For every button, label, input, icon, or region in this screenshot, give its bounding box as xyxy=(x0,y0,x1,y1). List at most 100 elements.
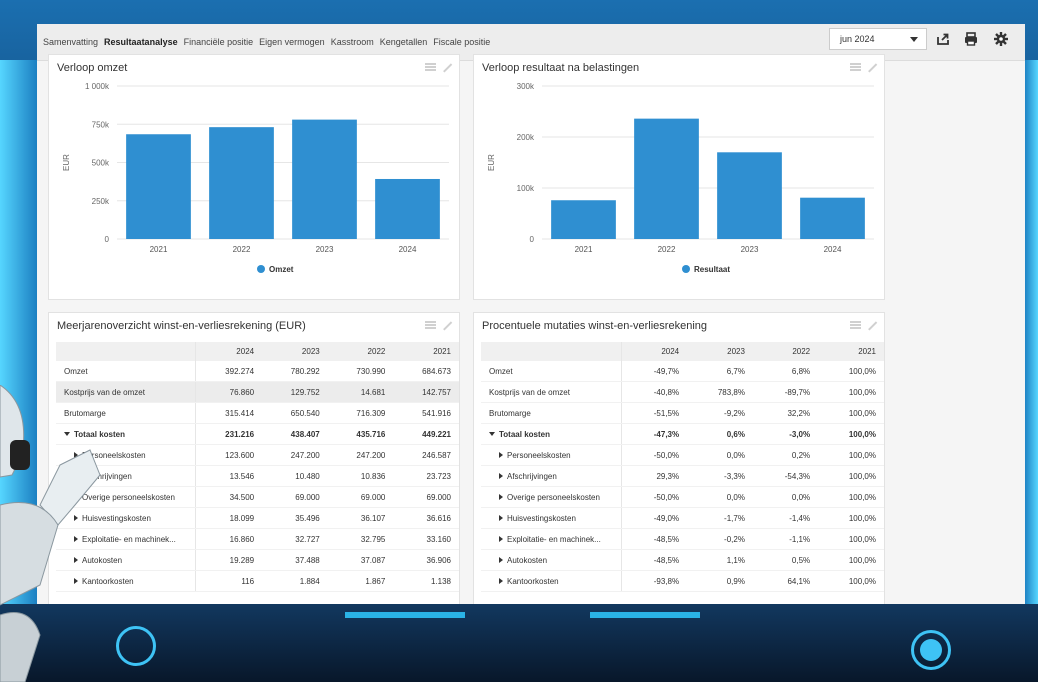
bar xyxy=(292,119,357,239)
table-row[interactable]: Brutomarge -51,5% -9,2% 32,2% 100,0% xyxy=(481,402,884,424)
table-row[interactable]: Huisvestingskosten -49,0% -1,7% -1,4% 100,0% xyxy=(481,507,884,529)
period-select[interactable]: jun 2024 xyxy=(829,28,927,50)
table-cell: 247.200 xyxy=(327,444,394,466)
table-row[interactable]: Kostprijs van de omzet 76.860 129.752 14.68… xyxy=(56,381,459,403)
row-label: Brutomarge xyxy=(481,402,622,424)
table-cell: -9,2% xyxy=(687,402,753,424)
table-row[interactable]: Kantoorkosten -93,8% 0,9% 64,1% 100,0% xyxy=(481,570,884,592)
table-row[interactable]: Overige personeelskosten -50,0% 0,0% 0,0% 10… xyxy=(481,486,884,508)
table-row[interactable]: Personeelskosten 123.600 247.200 247.200 246… xyxy=(56,444,459,466)
row-label: Omzet xyxy=(481,361,622,382)
chart-panel-omzet: Verloop omzet 0 250k 500k 750k 1 000k EUR 2021… xyxy=(48,54,460,300)
table-row[interactable]: Exploitatie- en machinek... 16.860 32.727 3… xyxy=(56,528,459,550)
table-row[interactable]: Personeelskosten -50,0% 0,0% 0,2% 100,0% xyxy=(481,444,884,466)
table-row[interactable]: Autokosten -48,5% 1,1% 0,5% 100,0% xyxy=(481,549,884,571)
table-cell: -49,7% xyxy=(621,361,688,382)
table-cell: 650.540 xyxy=(262,402,328,424)
table-row[interactable]: Exploitatie- en machinek... -48,5% -0,2% -1… xyxy=(481,528,884,550)
table-cell: 0,6% xyxy=(687,423,753,445)
period-value: jun 2024 xyxy=(840,34,875,44)
row-label: Overige personeelskosten xyxy=(481,486,622,508)
frame-circle-button[interactable] xyxy=(116,626,156,666)
table-cell: 123.600 xyxy=(195,444,263,466)
table-cell: 36.107 xyxy=(327,507,394,529)
expand-icon[interactable] xyxy=(866,321,876,331)
expand-row-icon[interactable] xyxy=(499,473,503,480)
table-row[interactable]: Omzet -49,7% 6,7% 6,8% 100,0% xyxy=(481,361,884,382)
print-icon[interactable] xyxy=(963,31,979,47)
table-panel-percentage: Procentuele mutaties winst-en-verliesrek… xyxy=(473,312,885,604)
expand-row-icon[interactable] xyxy=(499,452,503,459)
expand-icon[interactable] xyxy=(441,321,451,331)
expand-row-icon[interactable] xyxy=(499,578,503,585)
table-row[interactable]: Totaal kosten -47,3% 0,6% -3,0% 100,0% xyxy=(481,423,884,445)
table-cell: 116 xyxy=(195,570,263,592)
row-label: Afschrijvingen xyxy=(481,465,622,487)
table-cell: -48,5% xyxy=(621,528,688,550)
table-cell: 142.757 xyxy=(393,381,459,403)
menu-icon[interactable] xyxy=(425,321,436,329)
table-cell: 100,0% xyxy=(818,423,884,445)
table-cell: -93,8% xyxy=(621,570,688,592)
table-cell: -48,5% xyxy=(621,549,688,571)
table-row[interactable]: Kantoorkosten 116 1.884 1.867 1.138 xyxy=(56,570,459,592)
table-row[interactable]: Brutomarge 315.414 650.540 716.309 541.916 xyxy=(56,402,459,424)
gear-icon[interactable] xyxy=(993,31,1009,47)
table-cell: -89,7% xyxy=(752,381,819,403)
export-icon[interactable] xyxy=(935,31,951,47)
table-cell: 19.289 xyxy=(195,549,263,571)
table-cell: 449.221 xyxy=(393,423,459,445)
table-cell: 100,0% xyxy=(818,507,884,529)
y-tick-label: 500k xyxy=(92,159,110,168)
table-row[interactable]: Overige personeelskosten 34.500 69.000 69.0… xyxy=(56,486,459,508)
table-cell: 716.309 xyxy=(327,402,394,424)
header-label-column xyxy=(56,342,197,361)
app-screen: Samenvatting Resultaatanalyse Financiële… xyxy=(37,24,1025,604)
table-cell: 100,0% xyxy=(818,444,884,466)
table-cell: -49,0% xyxy=(621,507,688,529)
table-cell: 64,1% xyxy=(752,570,819,592)
user-avatar-button[interactable] xyxy=(911,630,951,670)
collapse-icon[interactable] xyxy=(489,432,495,437)
table-cell: 69.000 xyxy=(327,486,394,508)
table-row[interactable]: Omzet 392.274 780.292 730.990 684.673 xyxy=(56,361,459,382)
menu-icon[interactable] xyxy=(850,321,861,329)
table-row[interactable]: Afschrijvingen 29,3% -3,3% -54,3% 100,0% xyxy=(481,465,884,487)
table-row[interactable]: Autokosten 19.289 37.488 37.087 36.906 xyxy=(56,549,459,571)
x-tick-label: 2022 xyxy=(233,245,251,254)
table-cell: 32,2% xyxy=(752,402,819,424)
frame-right-glow xyxy=(1024,60,1038,620)
row-label: Kantoorkosten xyxy=(481,570,622,592)
legend-label: Resultaat xyxy=(694,265,730,274)
table-row[interactable]: Afschrijvingen 13.546 10.480 10.836 23.723 xyxy=(56,465,459,487)
table-cell: -47,3% xyxy=(621,423,688,445)
expand-row-icon[interactable] xyxy=(499,536,503,543)
table-row[interactable]: Huisvestingskosten 18.099 35.496 36.107 36.6… xyxy=(56,507,459,529)
bar xyxy=(551,200,616,239)
table-cell: 684.673 xyxy=(393,361,459,382)
column-header: 2023 xyxy=(687,342,753,361)
table-cell: 1,1% xyxy=(687,549,753,571)
table-row[interactable]: Totaal kosten 231.216 438.407 435.716 449.22… xyxy=(56,423,459,445)
table-cell: 100,0% xyxy=(818,381,884,403)
table-cell: -40,8% xyxy=(621,381,688,403)
expand-row-icon[interactable] xyxy=(499,515,503,522)
y-tick-label: 300k xyxy=(517,82,535,91)
expand-row-icon[interactable] xyxy=(499,494,503,501)
y-tick-label: 750k xyxy=(92,120,110,129)
header-label-column xyxy=(481,342,622,361)
row-label: Personeelskosten xyxy=(481,444,622,466)
table-cell: 0,2% xyxy=(752,444,819,466)
table-cell: 33.160 xyxy=(393,528,459,550)
column-header: 2024 xyxy=(195,342,263,361)
table-cell: -51,5% xyxy=(621,402,688,424)
y-tick-label: 250k xyxy=(92,197,110,206)
table-row[interactable]: Kostprijs van de omzet -40,8% 783,8% -89,7%… xyxy=(481,381,884,403)
table-cell: 100,0% xyxy=(818,402,884,424)
table-cell: 37.087 xyxy=(327,549,394,571)
table-cell: 392.274 xyxy=(195,361,263,382)
y-axis-label: EUR xyxy=(487,154,496,171)
column-header: 2022 xyxy=(327,342,394,361)
expand-row-icon[interactable] xyxy=(499,557,503,564)
table-cell: 246.587 xyxy=(393,444,459,466)
